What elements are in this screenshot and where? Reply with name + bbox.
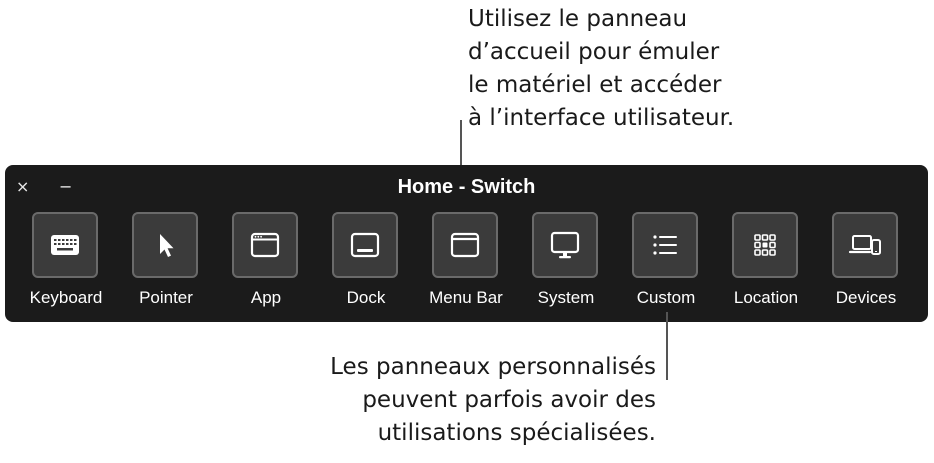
top-callout-leader-line — [460, 120, 462, 166]
panel-title: Home - Switch — [397, 176, 536, 198]
grid-icon — [754, 234, 776, 256]
top-callout-line: à l’interface utilisateur. — [468, 105, 735, 131]
bottom-callout-line: utilisations spécialisées. — [377, 420, 656, 446]
menu-bar-button[interactable]: Menu Bar — [416, 212, 516, 312]
location-tile[interactable] — [732, 212, 798, 278]
pointer-button[interactable]: Pointer — [116, 212, 216, 312]
bottom-callout-leader-line — [666, 312, 668, 380]
custom-tile[interactable] — [632, 212, 698, 278]
dock-button[interactable]: Dock — [316, 212, 416, 312]
top-callout: Utilisez le panneau d’accueil pour émule… — [468, 3, 734, 135]
dock-tile[interactable] — [332, 212, 398, 278]
display-icon — [550, 231, 580, 259]
bottom-callout-line: peuvent parfois avoir des — [362, 387, 656, 413]
devices-label: Devices — [835, 288, 897, 307]
location-button[interactable]: Location — [716, 212, 816, 312]
app-tile[interactable] — [232, 212, 298, 278]
top-callout-line: Utilisez le panneau — [468, 6, 688, 32]
menu-bar-tile[interactable] — [432, 212, 498, 278]
devices-button[interactable]: Devices — [816, 212, 916, 312]
pointer-arrow-icon — [160, 234, 174, 257]
top-callout-line: d’accueil pour émuler — [468, 39, 720, 65]
app-button[interactable]: App — [216, 212, 316, 312]
custom-button[interactable]: Custom — [616, 212, 716, 312]
keyboard-icon — [51, 235, 79, 255]
system-button[interactable]: System — [516, 212, 616, 312]
dock-icon — [350, 232, 380, 258]
devices-tile[interactable] — [832, 212, 898, 278]
list-icon — [653, 235, 677, 255]
bottom-callout-line: Les panneaux personnalisés — [330, 354, 656, 380]
menu-bar-icon — [450, 232, 480, 258]
top-callout-line: le matériel et accéder — [468, 72, 722, 98]
pointer-tile[interactable] — [132, 212, 198, 278]
home-switch-panel: × − Home - Switch Keyboard Pointer App D… — [5, 165, 928, 322]
keyboard-tile[interactable] — [32, 212, 98, 278]
app-window-icon — [250, 232, 280, 258]
laptop-phone-icon — [848, 235, 881, 255]
system-tile[interactable] — [532, 212, 598, 278]
bottom-callout: Les panneaux personnalisés peuvent parfo… — [330, 351, 656, 450]
keyboard-button[interactable]: Keyboard — [16, 212, 116, 312]
